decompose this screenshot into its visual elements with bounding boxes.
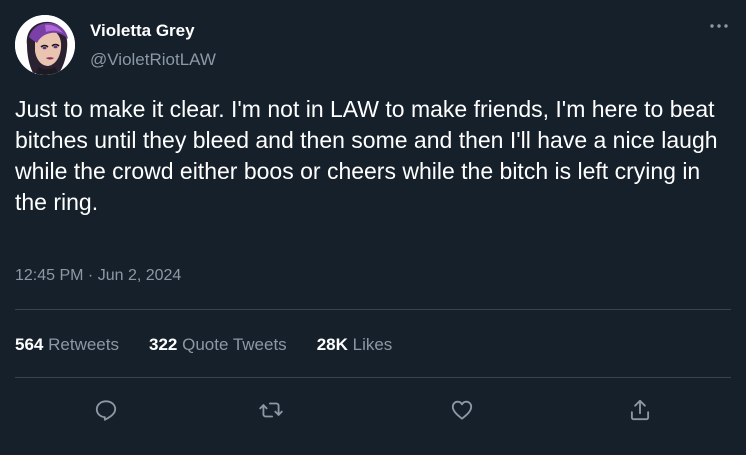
- quote-tweets-label: Quote Tweets: [182, 335, 287, 354]
- more-options-button[interactable]: [704, 14, 734, 38]
- display-name[interactable]: Violetta Grey: [90, 20, 195, 42]
- like-icon: [451, 400, 473, 420]
- retweets-count: 564: [15, 335, 44, 354]
- retweet-icon: [259, 402, 283, 418]
- retweets-label: Retweets: [48, 335, 119, 354]
- tweet-timestamp[interactable]: 12:45 PM · Jun 2, 2024: [15, 265, 181, 287]
- user-handle[interactable]: @VioletRiotLAW: [90, 49, 216, 71]
- more-icon: [710, 24, 728, 28]
- divider: [15, 309, 731, 310]
- quote-tweets-stat[interactable]: 322 Quote Tweets: [149, 333, 287, 357]
- tweet-text: Just to make it clear. I'm not in LAW to…: [15, 96, 718, 215]
- share-icon: [630, 399, 650, 421]
- reply-icon: [95, 400, 117, 421]
- avatar[interactable]: [15, 15, 75, 75]
- quote-tweets-count: 322: [148, 335, 178, 354]
- share-button[interactable]: [620, 390, 660, 430]
- likes-label: Likes: [352, 335, 393, 354]
- retweets-stat[interactable]: 564 Retweets: [15, 333, 119, 357]
- tweet-actions: [0, 390, 746, 430]
- likes-count: 28K: [316, 335, 348, 354]
- divider: [15, 377, 731, 378]
- like-button[interactable]: [442, 390, 482, 430]
- tweet-stats: 564 Retweets 322 Quote Tweets 28K Likes: [15, 333, 422, 357]
- retweet-button[interactable]: [251, 390, 291, 430]
- avatar-icon: [15, 15, 75, 75]
- reply-button[interactable]: [86, 390, 126, 430]
- likes-stat[interactable]: 28K Likes: [317, 333, 393, 357]
- tweet-card: Violetta Grey @VioletRiotLAW Just to mak…: [0, 0, 746, 455]
